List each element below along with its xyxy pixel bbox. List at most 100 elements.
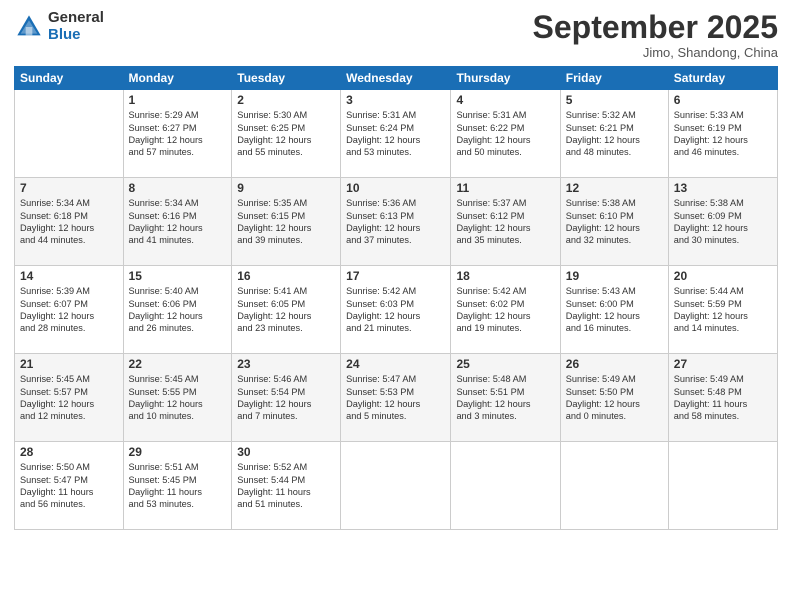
calendar-cell: 3 Sunrise: 5:31 AM Sunset: 6:24 PM Daylig… [341,90,451,178]
day-number: 21 [20,357,118,371]
week-row-3: 14 Sunrise: 5:39 AM Sunset: 6:07 PM Dayli… [15,266,778,354]
days-header-row: SundayMondayTuesdayWednesdayThursdayFrid… [15,67,778,90]
day-number: 4 [456,93,554,107]
day-content: Sunrise: 5:51 AM Sunset: 5:45 PM Dayligh… [129,461,227,511]
day-content: Sunrise: 5:33 AM Sunset: 6:19 PM Dayligh… [674,109,772,159]
calendar-cell: 11 Sunrise: 5:37 AM Sunset: 6:12 PM Dayli… [451,178,560,266]
day-number: 3 [346,93,445,107]
calendar-cell [341,442,451,530]
day-content: Sunrise: 5:38 AM Sunset: 6:10 PM Dayligh… [566,197,663,247]
day-content: Sunrise: 5:45 AM Sunset: 5:57 PM Dayligh… [20,373,118,423]
day-number: 10 [346,181,445,195]
week-row-5: 28 Sunrise: 5:50 AM Sunset: 5:47 PM Dayli… [15,442,778,530]
day-number: 23 [237,357,335,371]
calendar-cell: 23 Sunrise: 5:46 AM Sunset: 5:54 PM Dayli… [232,354,341,442]
logo-icon [14,12,44,42]
month-title: September 2025 [533,10,778,45]
day-content: Sunrise: 5:48 AM Sunset: 5:51 PM Dayligh… [456,373,554,423]
day-content: Sunrise: 5:30 AM Sunset: 6:25 PM Dayligh… [237,109,335,159]
calendar-cell [668,442,777,530]
calendar-cell: 9 Sunrise: 5:35 AM Sunset: 6:15 PM Daylig… [232,178,341,266]
day-number: 26 [566,357,663,371]
day-content: Sunrise: 5:50 AM Sunset: 5:47 PM Dayligh… [20,461,118,511]
day-content: Sunrise: 5:29 AM Sunset: 6:27 PM Dayligh… [129,109,227,159]
calendar-cell: 6 Sunrise: 5:33 AM Sunset: 6:19 PM Daylig… [668,90,777,178]
calendar-cell: 27 Sunrise: 5:49 AM Sunset: 5:48 PM Dayli… [668,354,777,442]
day-content: Sunrise: 5:35 AM Sunset: 6:15 PM Dayligh… [237,197,335,247]
day-number: 30 [237,445,335,459]
day-header-friday: Friday [560,67,668,90]
day-content: Sunrise: 5:52 AM Sunset: 5:44 PM Dayligh… [237,461,335,511]
day-content: Sunrise: 5:49 AM Sunset: 5:48 PM Dayligh… [674,373,772,423]
day-number: 5 [566,93,663,107]
calendar-cell: 10 Sunrise: 5:36 AM Sunset: 6:13 PM Dayli… [341,178,451,266]
day-number: 25 [456,357,554,371]
day-number: 1 [129,93,227,107]
day-content: Sunrise: 5:31 AM Sunset: 6:24 PM Dayligh… [346,109,445,159]
day-number: 24 [346,357,445,371]
calendar-cell: 29Sunrise: 5:51 AM Sunset: 5:45 PM Dayli… [123,442,232,530]
day-content: Sunrise: 5:39 AM Sunset: 6:07 PM Dayligh… [20,285,118,335]
day-header-wednesday: Wednesday [341,67,451,90]
week-row-2: 7 Sunrise: 5:34 AM Sunset: 6:18 PM Daylig… [15,178,778,266]
calendar-cell: 13Sunrise: 5:38 AM Sunset: 6:09 PM Dayli… [668,178,777,266]
week-row-4: 21 Sunrise: 5:45 AM Sunset: 5:57 PM Dayli… [15,354,778,442]
calendar-cell: 18Sunrise: 5:42 AM Sunset: 6:02 PM Dayli… [451,266,560,354]
day-header-sunday: Sunday [15,67,124,90]
calendar-cell: 26Sunrise: 5:49 AM Sunset: 5:50 PM Dayli… [560,354,668,442]
day-header-saturday: Saturday [668,67,777,90]
calendar-cell: 5 Sunrise: 5:32 AM Sunset: 6:21 PM Daylig… [560,90,668,178]
day-content: Sunrise: 5:42 AM Sunset: 6:03 PM Dayligh… [346,285,445,335]
day-number: 12 [566,181,663,195]
day-number: 16 [237,269,335,283]
location-text: Jimo, Shandong, China [533,45,778,60]
calendar-cell: 19 Sunrise: 5:43 AM Sunset: 6:00 PM Dayli… [560,266,668,354]
calendar-cell: 12 Sunrise: 5:38 AM Sunset: 6:10 PM Dayli… [560,178,668,266]
day-number: 14 [20,269,118,283]
calendar-cell: 24Sunrise: 5:47 AM Sunset: 5:53 PM Dayli… [341,354,451,442]
day-number: 7 [20,181,118,195]
week-row-1: 1 Sunrise: 5:29 AM Sunset: 6:27 PM Daylig… [15,90,778,178]
day-number: 2 [237,93,335,107]
logo-blue-text: Blue [48,27,104,44]
calendar-cell: 7 Sunrise: 5:34 AM Sunset: 6:18 PM Daylig… [15,178,124,266]
day-content: Sunrise: 5:34 AM Sunset: 6:16 PM Dayligh… [129,197,227,247]
day-number: 6 [674,93,772,107]
calendar-cell: 21 Sunrise: 5:45 AM Sunset: 5:57 PM Dayli… [15,354,124,442]
day-number: 11 [456,181,554,195]
day-content: Sunrise: 5:34 AM Sunset: 6:18 PM Dayligh… [20,197,118,247]
calendar-cell: 1 Sunrise: 5:29 AM Sunset: 6:27 PM Daylig… [123,90,232,178]
day-content: Sunrise: 5:36 AM Sunset: 6:13 PM Dayligh… [346,197,445,247]
day-header-thursday: Thursday [451,67,560,90]
day-number: 18 [456,269,554,283]
logo-general-text: General [48,10,104,27]
calendar-cell [15,90,124,178]
day-number: 8 [129,181,227,195]
calendar-table: SundayMondayTuesdayWednesdayThursdayFrid… [14,66,778,530]
calendar-cell: 4 Sunrise: 5:31 AM Sunset: 6:22 PM Daylig… [451,90,560,178]
day-content: Sunrise: 5:37 AM Sunset: 6:12 PM Dayligh… [456,197,554,247]
day-header-tuesday: Tuesday [232,67,341,90]
header: General Blue September 2025 Jimo, Shando… [14,10,778,60]
title-block: September 2025 Jimo, Shandong, China [533,10,778,60]
day-content: Sunrise: 5:46 AM Sunset: 5:54 PM Dayligh… [237,373,335,423]
calendar-cell: 16Sunrise: 5:41 AM Sunset: 6:05 PM Dayli… [232,266,341,354]
day-number: 22 [129,357,227,371]
day-number: 9 [237,181,335,195]
calendar-cell: 25 Sunrise: 5:48 AM Sunset: 5:51 PM Dayli… [451,354,560,442]
calendar-page: General Blue September 2025 Jimo, Shando… [0,0,792,612]
calendar-cell: 20Sunrise: 5:44 AM Sunset: 5:59 PM Dayli… [668,266,777,354]
day-content: Sunrise: 5:31 AM Sunset: 6:22 PM Dayligh… [456,109,554,159]
calendar-cell: 14 Sunrise: 5:39 AM Sunset: 6:07 PM Dayli… [15,266,124,354]
day-number: 27 [674,357,772,371]
day-header-monday: Monday [123,67,232,90]
calendar-cell: 15Sunrise: 5:40 AM Sunset: 6:06 PM Dayli… [123,266,232,354]
calendar-cell: 17Sunrise: 5:42 AM Sunset: 6:03 PM Dayli… [341,266,451,354]
day-content: Sunrise: 5:32 AM Sunset: 6:21 PM Dayligh… [566,109,663,159]
day-content: Sunrise: 5:43 AM Sunset: 6:00 PM Dayligh… [566,285,663,335]
day-content: Sunrise: 5:38 AM Sunset: 6:09 PM Dayligh… [674,197,772,247]
day-number: 28 [20,445,118,459]
day-number: 19 [566,269,663,283]
logo: General Blue [14,10,104,43]
day-number: 15 [129,269,227,283]
